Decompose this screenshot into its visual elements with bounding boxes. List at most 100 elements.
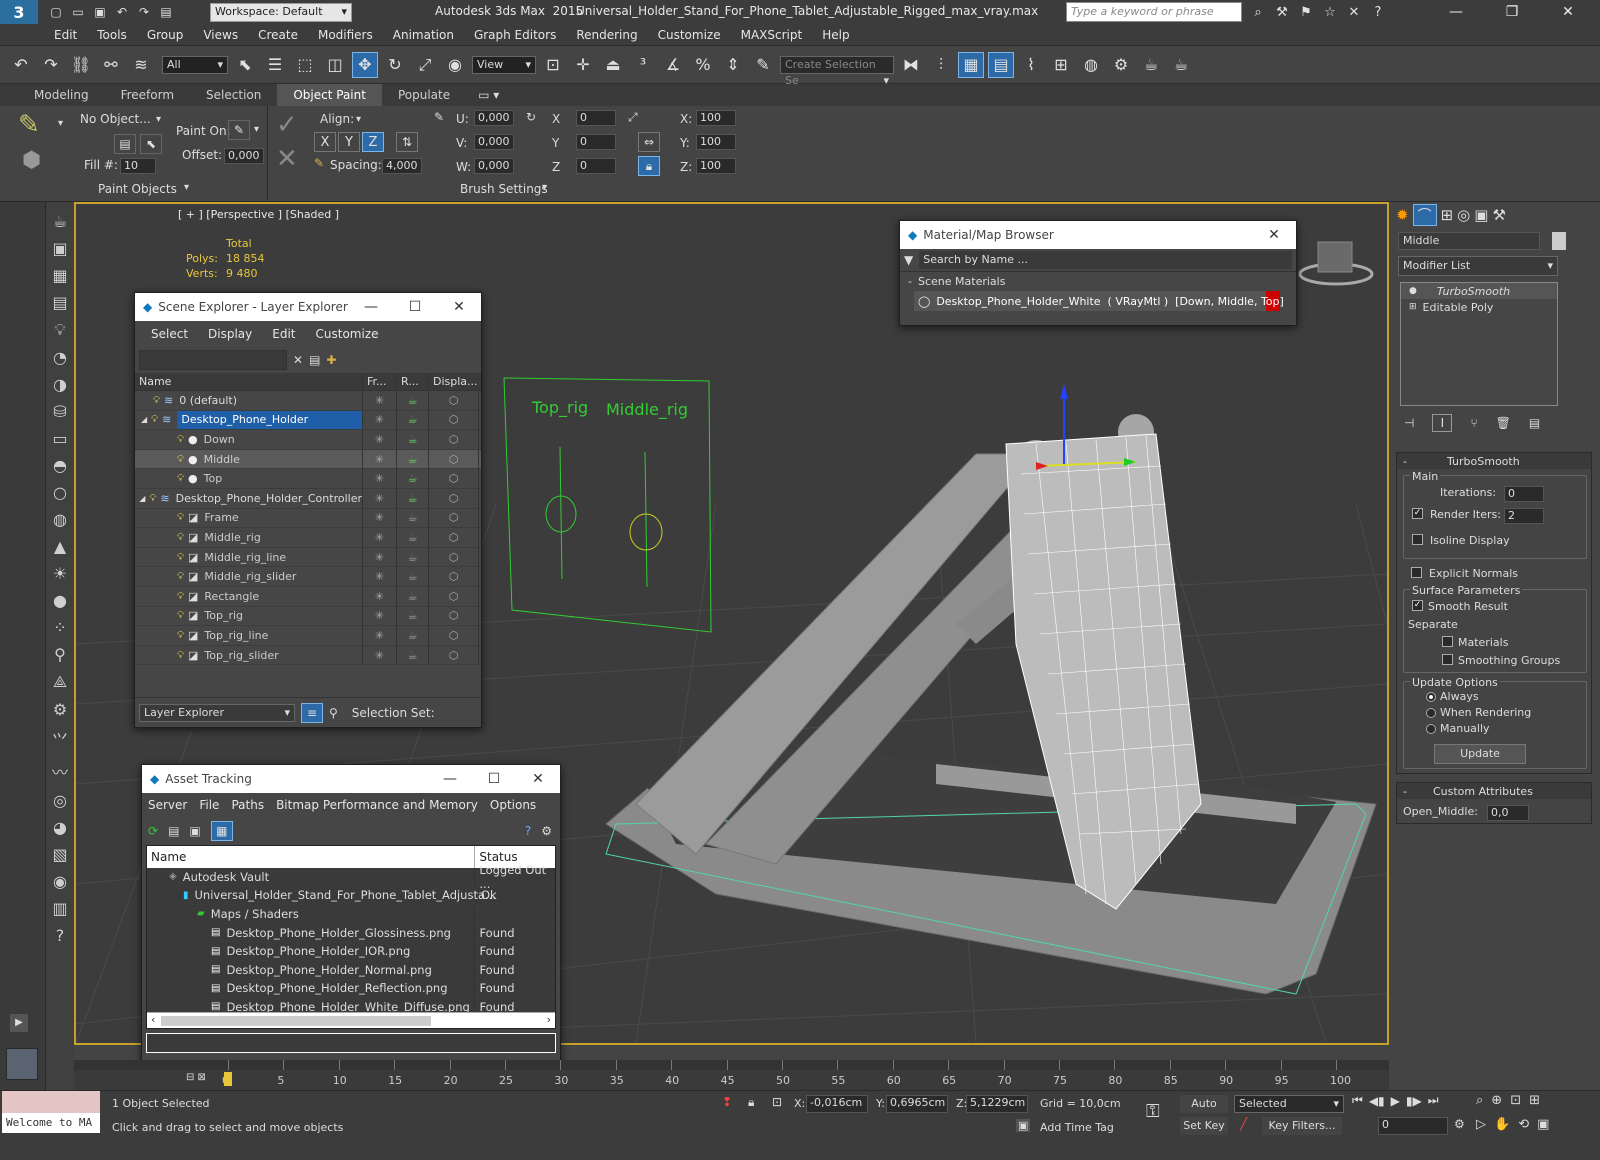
u-spinner[interactable]: 0,000	[474, 110, 514, 126]
layer-row[interactable]: 💡︎ ◪ Top_rig ✳ ☕ ⬡	[135, 606, 481, 627]
rig-middle-label[interactable]: Middle_rig	[606, 400, 688, 419]
place-icon[interactable]: ◉	[442, 52, 468, 78]
selection-region-icon[interactable]: ⬚	[292, 52, 318, 78]
set-key-icon[interactable]: ⚿	[1146, 1101, 1160, 1122]
keyboard-shortcut-icon[interactable]: ⏏	[600, 52, 626, 78]
render-teapot-icon[interactable]: ☕	[397, 586, 429, 606]
zoom-all-icon[interactable]: ⊕	[1491, 1093, 1502, 1108]
zoom-icon[interactable]: ⌕	[1476, 1093, 1483, 1108]
layer-row[interactable]: 💡︎ ◪ Top_rig_slider ✳ ☕ ⬡	[135, 645, 481, 666]
render-teapot-icon[interactable]: ☕	[397, 528, 429, 547]
stack-item-editable-poly[interactable]: ⊞ Editable Poly	[1401, 299, 1557, 315]
add-time-tag[interactable]: Add Time Tag	[1040, 1121, 1114, 1134]
display-tab-icon[interactable]: ▣	[1474, 206, 1488, 224]
display-icon[interactable]: ⬡	[429, 606, 479, 626]
time-slider-thumb[interactable]	[224, 1072, 232, 1086]
freeze-icon[interactable]: ✳	[363, 547, 397, 567]
window-crossing-icon[interactable]: ◫	[322, 52, 348, 78]
menu-bitmap-performance[interactable]: Bitmap Performance and Memory	[270, 794, 484, 816]
object-color-swatch[interactable]	[1552, 232, 1566, 250]
show-end-result-icon[interactable]: I	[1432, 414, 1453, 432]
explicit-normals-checkbox[interactable]	[1411, 567, 1422, 578]
layer-row[interactable]: 💡︎ ◪ Middle_rig_line ✳ ☕ ⬡	[135, 547, 481, 568]
offset-tool-icon[interactable]: ✎	[434, 110, 444, 124]
snaps-toggle-icon[interactable]: ³	[630, 52, 656, 78]
binoculars-icon[interactable]: ⌕	[1248, 2, 1268, 22]
maxscript-mini-listener[interactable]	[6, 1048, 38, 1080]
rotate-tool-icon[interactable]: ↻	[526, 110, 536, 124]
display-icon[interactable]: ⬡	[429, 586, 479, 606]
teapot-icon[interactable]: ☕	[53, 212, 67, 231]
menu-select[interactable]: Select	[141, 323, 198, 345]
menu-customize[interactable]: Customize	[648, 24, 731, 46]
help-icon[interactable]: ?	[56, 926, 65, 945]
subscription-icon[interactable]: ⚒	[1272, 2, 1292, 22]
display-icon[interactable]: ⬡	[429, 469, 479, 488]
z-coord-field[interactable]: 5,1229cm	[966, 1095, 1028, 1113]
close-search-icon[interactable]: ✕	[1344, 2, 1364, 22]
scale-uniform-icon[interactable]: ⇔	[638, 132, 660, 152]
scale-z-spinner[interactable]: 100	[696, 158, 736, 174]
asset-tracking-titlebar[interactable]: ◆ Asset Tracking — ☐ ✕	[142, 765, 560, 793]
hide-toggle-icon[interactable]: 💡︎	[177, 552, 184, 563]
hide-toggle-icon[interactable]: 💡︎	[177, 434, 184, 445]
maxscript-listener[interactable]	[2, 1091, 100, 1113]
gear-icon[interactable]: ⚙	[53, 700, 67, 719]
rotate-icon[interactable]: ↻	[382, 52, 408, 78]
scroll-left-icon[interactable]: ‹	[151, 1013, 155, 1026]
layer-row[interactable]: 💡︎ ≋ 0 (default) ✳ ☕ ⬡	[135, 391, 481, 411]
sphere-icon[interactable]: ○	[53, 483, 67, 502]
make-unique-icon[interactable]: ⑂	[1470, 416, 1477, 430]
redo-icon[interactable]: ↷	[134, 3, 154, 21]
key-filters-button[interactable]: Key Filters...	[1262, 1117, 1342, 1135]
render-teapot-icon[interactable]: ☕	[397, 567, 429, 586]
current-frame-field[interactable]: 0	[1378, 1117, 1448, 1135]
freeze-icon[interactable]: ✳	[363, 430, 397, 449]
menu-graph-editors[interactable]: Graph Editors	[464, 24, 566, 46]
angle-snap-icon[interactable]: ∡	[660, 52, 686, 78]
hierarchy-view-icon[interactable]: ⚲	[329, 706, 338, 720]
materials-checkbox[interactable]	[1442, 636, 1453, 647]
v-spinner[interactable]: 0,000	[474, 134, 514, 150]
pyramid-icon[interactable]: ⟁	[53, 672, 67, 692]
render-teapot-icon[interactable]: ☕	[397, 547, 429, 567]
list-view-icon[interactable]: ▤	[168, 824, 179, 838]
named-selection-dropdown[interactable]: Create Selection Se ▾	[780, 55, 894, 87]
menu-customize[interactable]: Customize	[306, 323, 389, 345]
motion-tab-icon[interactable]: ◎	[1457, 206, 1470, 224]
freeze-icon[interactable]: ✳	[363, 410, 397, 430]
render-teapot-icon[interactable]: ☕	[397, 469, 429, 488]
table-view-icon[interactable]: ▦	[210, 821, 233, 841]
hide-toggle-icon[interactable]: 💡︎	[177, 610, 184, 621]
w-spinner[interactable]: 0,000	[474, 158, 514, 174]
layers-view-icon[interactable]: ≡	[301, 702, 323, 723]
asset-row[interactable]: ▤ Desktop_Phone_Holder_Reflection.png Foun…	[147, 979, 555, 999]
smoothing-groups-checkbox[interactable]	[1442, 654, 1453, 665]
render-production-icon[interactable]: ☕	[1168, 52, 1194, 78]
open-middle-spinner[interactable]: 0,0	[1487, 805, 1529, 821]
scale-lock-icon[interactable]: 🔒︎	[638, 156, 660, 176]
display-icon[interactable]: ⬡	[429, 567, 479, 586]
asset-row[interactable]: ▤ Desktop_Phone_Holder_Normal.png Found	[147, 960, 555, 980]
display-icon[interactable]: ⬡	[429, 547, 479, 567]
menu-create[interactable]: Create	[248, 24, 308, 46]
rotate-y-spinner[interactable]: 0	[576, 134, 616, 150]
tab-freeform[interactable]: Freeform	[105, 84, 190, 106]
grass-icon[interactable]: ⺍	[52, 727, 68, 751]
spinner-snap-icon[interactable]: ⇕	[720, 52, 746, 78]
shell-icon[interactable]: ◎	[53, 791, 67, 810]
spacing-spinner[interactable]: 4,000	[382, 158, 422, 174]
menu-tools[interactable]: Tools	[87, 24, 137, 46]
layer-row[interactable]: ◢ 💡︎ ≋ Desktop_Phone_Holder_Controller ✳ ☕ ⬡	[135, 488, 481, 509]
project-icon[interactable]: ▤	[156, 3, 176, 21]
layer-row[interactable]: 💡︎ ◪ Top_rig_line ✳ ☕ ⬡	[135, 626, 481, 646]
absolute-mode-icon[interactable]: ⊡	[772, 1095, 782, 1109]
globe-icon[interactable]: ◉	[53, 872, 67, 891]
ribbon-options-icon[interactable]: ▭ ▾	[466, 88, 499, 102]
redo-icon[interactable]: ↷	[38, 52, 64, 78]
layer-row[interactable]: 💡︎ ● Down ✳ ☕ ⬡	[135, 430, 481, 450]
scale-y-spinner[interactable]: 100	[696, 134, 736, 150]
render-teapot-icon[interactable]: ☕	[397, 645, 429, 665]
freeze-icon[interactable]: ✳	[363, 391, 397, 410]
display-icon[interactable]: ⬡	[429, 449, 479, 469]
